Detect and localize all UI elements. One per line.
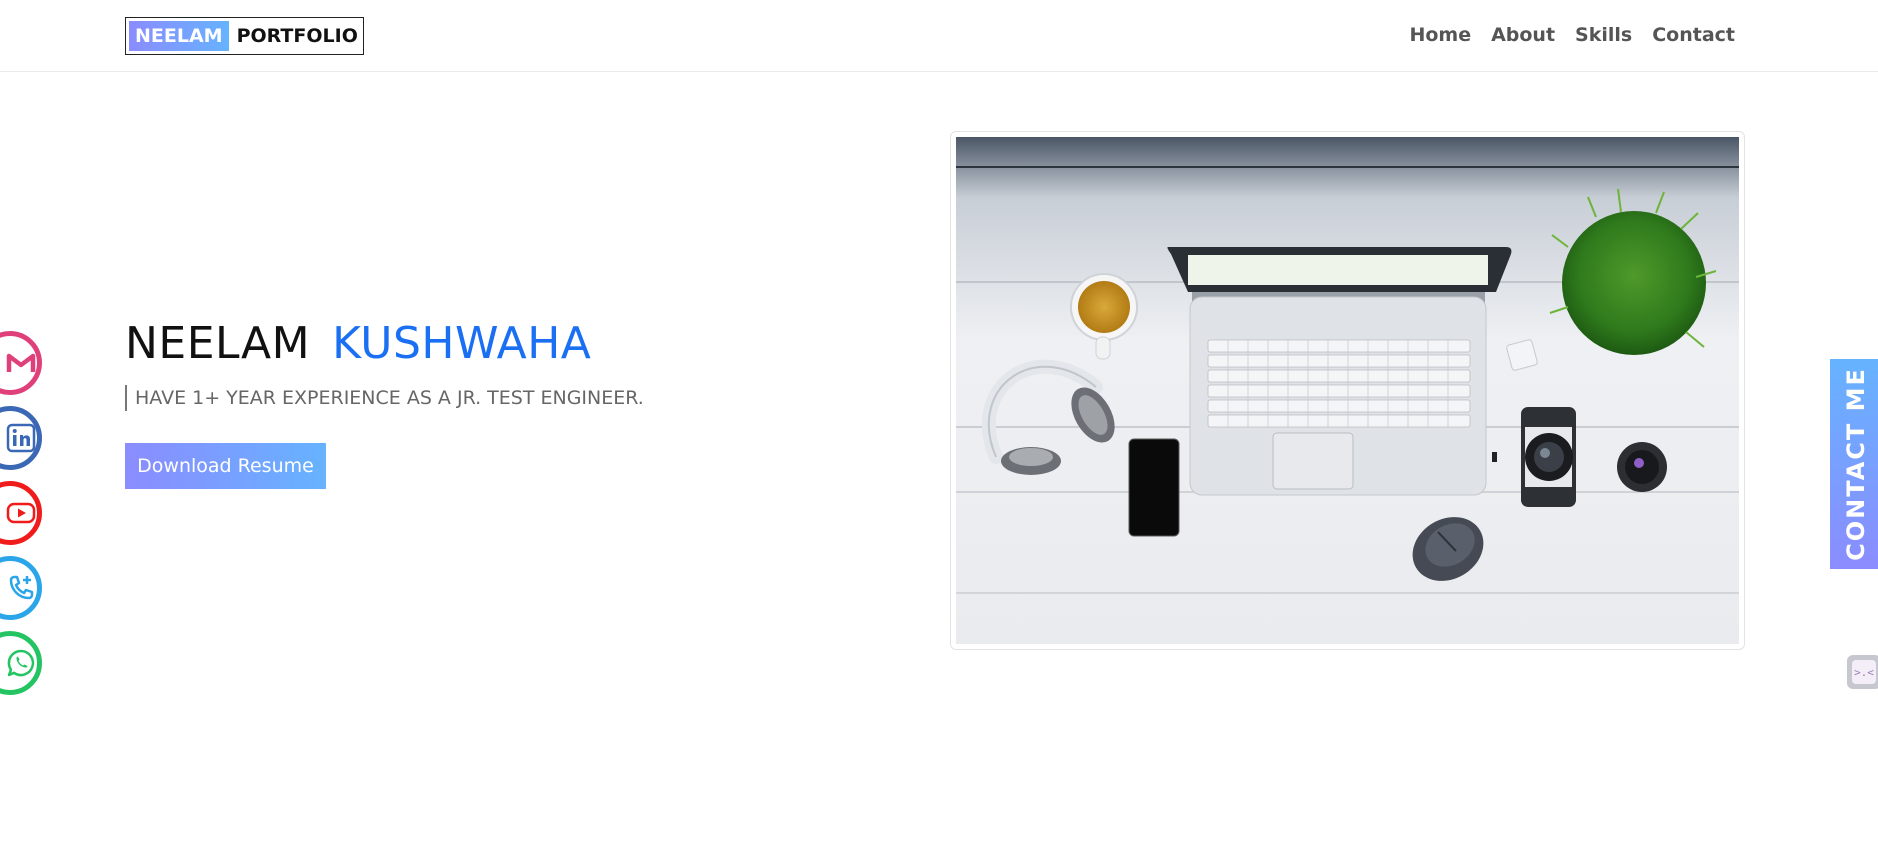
desk-photo bbox=[956, 137, 1739, 644]
linkedin-link[interactable] bbox=[0, 406, 42, 470]
linkedin-icon bbox=[6, 423, 36, 453]
hero-first-name: NEELAM bbox=[125, 318, 311, 369]
nav-home-link[interactable]: Home bbox=[1409, 24, 1471, 46]
nav-links: Home About Skills Contact bbox=[1409, 24, 1735, 46]
hero-name: NEELAM KUSHWAHA bbox=[125, 318, 591, 369]
whatsapp-icon bbox=[7, 649, 35, 677]
nav-skills-link[interactable]: Skills bbox=[1575, 24, 1632, 46]
hero-image bbox=[950, 131, 1745, 650]
hero-last-name: KUSHWAHA bbox=[332, 318, 592, 369]
hero-tagline: HAVE 1+ YEAR EXPERIENCE AS A JR. TEST EN… bbox=[125, 385, 644, 411]
gmail-icon bbox=[6, 353, 36, 372]
download-resume-button[interactable]: Download Resume bbox=[125, 443, 326, 489]
contact-me-label: CONTACT ME bbox=[1842, 367, 1870, 561]
youtube-link[interactable] bbox=[0, 481, 42, 545]
phone-link[interactable] bbox=[0, 556, 42, 620]
chat-icon: >.< bbox=[1852, 660, 1876, 684]
whatsapp-link[interactable] bbox=[0, 631, 42, 695]
chat-widget-button[interactable]: >.< bbox=[1847, 655, 1878, 689]
phone-icon bbox=[9, 575, 34, 600]
nav-contact-link[interactable]: Contact bbox=[1652, 24, 1735, 46]
nav-about-link[interactable]: About bbox=[1491, 24, 1555, 46]
typing-cursor bbox=[125, 385, 127, 411]
brand-second: PORTFOLIO bbox=[236, 25, 358, 47]
brand-logo[interactable]: NEELAM PORTFOLIO bbox=[125, 17, 364, 55]
contact-me-tab[interactable]: CONTACT ME bbox=[1830, 359, 1878, 569]
youtube-icon bbox=[6, 502, 36, 524]
brand-first: NEELAM bbox=[129, 21, 229, 51]
hero-tagline-text: HAVE 1+ YEAR EXPERIENCE AS A JR. TEST EN… bbox=[135, 387, 644, 409]
gmail-link[interactable] bbox=[0, 331, 42, 395]
navbar: NEELAM PORTFOLIO Home About Skills Conta… bbox=[0, 0, 1878, 72]
